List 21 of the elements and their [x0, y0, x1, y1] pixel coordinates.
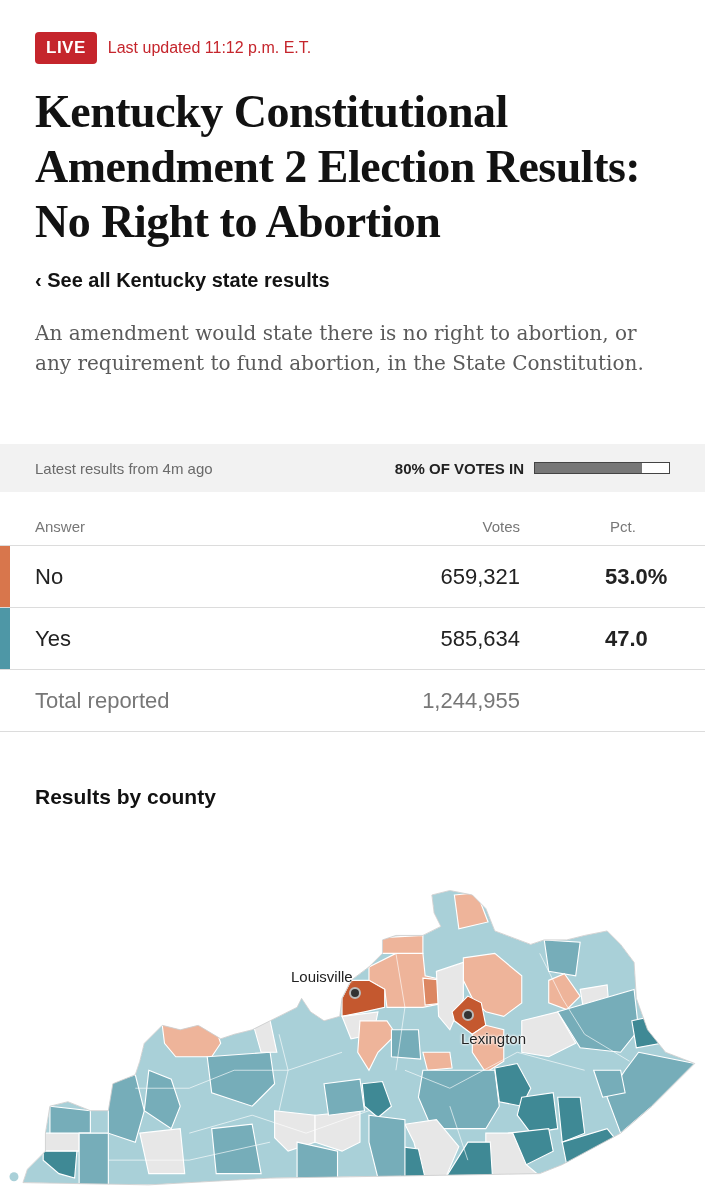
last-updated-text: Last updated 11:12 p.m. E.T.	[107, 39, 312, 57]
latest-results-text: Latest results from 4m ago	[35, 459, 213, 477]
headline: Kentucky Constitutional Amendment 2 Election Results: No Right to Abortion	[35, 85, 642, 249]
votes-cell-text: 585,634	[439, 625, 520, 652]
live-badge: LIVE	[35, 32, 97, 64]
column-header: Votes	[481, 518, 520, 535]
votes-in-label: 80% OF VOTES IN	[394, 459, 524, 477]
pct-cell-text: 47.0	[604, 625, 649, 652]
city-label: Lexington	[461, 1030, 527, 1048]
description-text: An amendment would state there is no right to abortion, or any requirement to fund abortion, in the State Constitution.	[35, 320, 645, 377]
pct-cell-text: 53.0%	[604, 563, 669, 590]
column-header: Answer	[34, 518, 87, 535]
votes-cell-text: 659,321	[439, 563, 520, 590]
total-label: Total reported	[34, 687, 171, 714]
column-header: Pct.	[609, 518, 637, 535]
city-label: Louisville	[291, 968, 353, 986]
answer-cell-text: No	[34, 563, 65, 590]
state-results-link[interactable]: ‹ See all Kentucky state results	[35, 269, 330, 292]
answer-cell-text: Yes	[34, 625, 72, 652]
map-title: Results by county	[35, 784, 217, 810]
total-votes-cell-text: 1,244,955	[421, 687, 520, 714]
